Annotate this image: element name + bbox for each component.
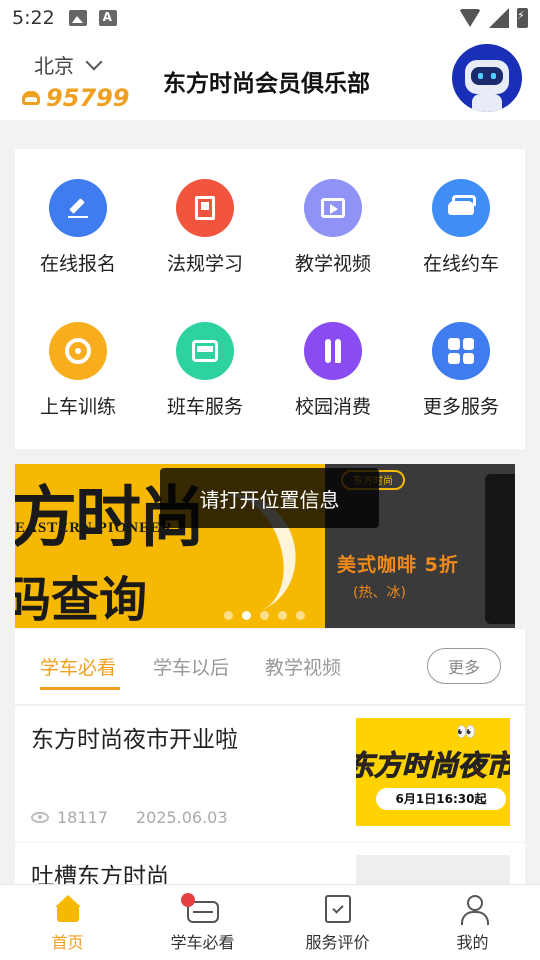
banner-english-text: EASTERN PIONEER <box>15 520 173 536</box>
chevron-down-icon <box>85 53 103 70</box>
service-icon-circle <box>304 179 362 237</box>
list-item[interactable]: 东方时尚夜市开业啦 18117 2025.06.03 👀 东方时尚夜市 6月1日… <box>15 706 525 842</box>
page-title: 东方时尚会员俱乐部 <box>163 71 370 97</box>
news-meta: 18117 2025.06.03 <box>31 808 228 827</box>
tab-after-learning[interactable]: 学车以后 <box>153 653 229 680</box>
service-online-signup[interactable]: 在线报名 <box>18 179 138 289</box>
service-teaching-video[interactable]: 教学视频 <box>273 179 393 289</box>
wifi-icon <box>459 9 481 27</box>
pen-icon <box>68 198 88 218</box>
phone-icon <box>22 91 40 105</box>
carousel-dot[interactable] <box>296 611 305 620</box>
clipboard-check-icon <box>324 895 351 923</box>
service-icon-circle <box>176 179 234 237</box>
coffee-glass-image <box>485 474 515 624</box>
book-icon <box>195 196 215 220</box>
active-tab-underline <box>40 687 120 690</box>
app-header: 北京 95799 东方时尚会员俱乐部 <box>0 36 540 120</box>
robot-eye <box>491 73 496 79</box>
list-item[interactable]: 吐槽东方时尚 <box>15 843 525 884</box>
news-title: 吐槽东方时尚 <box>31 864 169 884</box>
bottom-nav: 首页 学车必看 服务评价 我的 <box>0 884 540 960</box>
status-bar: 5:22 <box>0 0 540 36</box>
bus-icon <box>192 340 218 362</box>
content-tabs: 学车必看 学车以后 教学视频 更多 <box>15 629 525 705</box>
hotline[interactable]: 95799 <box>22 84 130 112</box>
service-book-car[interactable]: 在线约车 <box>401 179 521 289</box>
service-more[interactable]: 更多服务 <box>401 322 521 432</box>
status-time: 5:22 <box>12 7 55 29</box>
more-button[interactable]: 更多 <box>427 648 501 684</box>
service-label: 教学视频 <box>294 253 371 275</box>
service-label: 在线报名 <box>39 253 116 275</box>
text-notification-icon <box>98 10 117 26</box>
service-icon-circle <box>49 322 107 380</box>
nav-label: 服务评价 <box>305 933 370 952</box>
fork-knife-icon <box>323 339 343 363</box>
service-label: 在线约车 <box>422 253 499 275</box>
location-toast: 请打开位置信息 <box>160 468 379 528</box>
nav-must-read[interactable]: 学车必看 <box>135 885 270 960</box>
hotline-number: 95799 <box>46 84 130 112</box>
film-icon <box>321 198 345 218</box>
robot-face <box>471 67 503 85</box>
nav-service-rating[interactable]: 服务评价 <box>270 885 405 960</box>
tab-must-read[interactable]: 学车必看 <box>40 653 116 680</box>
nav-label: 学车必看 <box>170 933 235 952</box>
service-label: 班车服务 <box>166 396 243 418</box>
nav-home[interactable]: 首页 <box>0 885 135 960</box>
banner-query-text: 码查询 <box>15 572 148 628</box>
service-icon-circle <box>49 179 107 237</box>
city-label: 北京 <box>34 54 74 78</box>
service-icon-circle <box>176 322 234 380</box>
news-date: 2025.06.03 <box>135 808 228 827</box>
service-label: 校园消费 <box>294 396 371 418</box>
service-shuttle-bus[interactable]: 班车服务 <box>145 322 265 432</box>
grid-icon <box>448 338 474 364</box>
service-regulation-study[interactable]: 法规学习 <box>145 179 265 289</box>
banner-promo-sub: (热、冰) <box>353 585 406 601</box>
carousel-dot[interactable] <box>278 611 287 620</box>
user-icon <box>459 895 489 925</box>
service-label: 更多服务 <box>422 396 499 418</box>
carousel-dot[interactable] <box>224 611 233 620</box>
steering-wheel-icon <box>65 338 91 364</box>
news-views: 18117 <box>57 808 108 827</box>
nav-label: 我的 <box>456 933 489 952</box>
nav-label: 首页 <box>51 933 84 952</box>
home-icon <box>54 895 82 923</box>
service-icon-circle <box>304 322 362 380</box>
thumbnail-time: 6月1日16:30起 <box>376 788 506 810</box>
service-grid: 在线报名 法规学习 教学视频 在线约车 上车训练 班车服务 校园消费 更多服务 <box>15 149 525 449</box>
service-icon-circle <box>432 179 490 237</box>
news-title: 东方时尚夜市开业啦 <box>31 727 238 753</box>
image-notification-icon <box>68 10 87 26</box>
cartoon-eyes-icon: 👀 <box>456 722 476 741</box>
carousel-dot[interactable] <box>242 611 251 620</box>
signal-icon <box>489 8 509 28</box>
robot-eye <box>478 73 483 79</box>
service-label: 法规学习 <box>166 253 243 275</box>
banner-promo-text: 美式咖啡 5折 <box>337 554 459 576</box>
service-label: 上车训练 <box>39 396 116 418</box>
robot-body <box>472 94 502 112</box>
service-icon-circle <box>432 322 490 380</box>
notification-badge <box>181 893 195 907</box>
service-campus-spending[interactable]: 校园消费 <box>273 322 393 432</box>
service-driving-training[interactable]: 上车训练 <box>18 322 138 432</box>
carousel-dot[interactable] <box>260 611 269 620</box>
news-thumbnail: 👀 东方时尚夜市 6月1日16:30起 <box>356 718 510 826</box>
news-thumbnail <box>356 855 510 884</box>
robot-assistant-avatar[interactable] <box>452 44 522 112</box>
car-icon <box>448 195 476 215</box>
battery-charging-icon <box>517 8 528 28</box>
eye-icon <box>31 812 49 823</box>
carousel-indicator <box>224 611 305 620</box>
city-selector[interactable]: 北京 <box>34 50 103 79</box>
tab-teaching-video[interactable]: 教学视频 <box>265 653 341 680</box>
thumbnail-title: 东方时尚夜市 <box>356 749 510 783</box>
nav-profile[interactable]: 我的 <box>405 885 540 960</box>
